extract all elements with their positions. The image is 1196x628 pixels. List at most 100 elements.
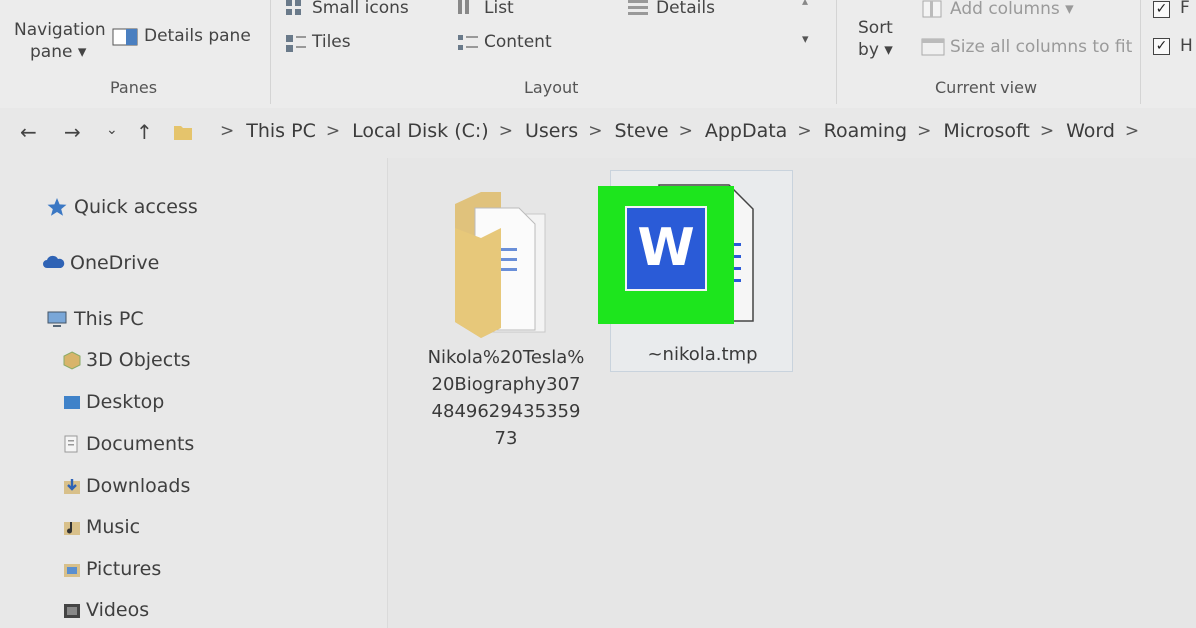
computer-icon [46,308,68,330]
file-item-nikola-tmp[interactable]: W ~nikola.tmp [598,170,793,372]
list-button[interactable]: List [484,0,514,18]
tiles-button[interactable]: Tiles [312,32,351,52]
breadcrumb-chevron-icon[interactable]: > [797,121,811,141]
sort-by-dropdown-label: by ▾ [858,40,893,60]
size-all-columns-button[interactable]: Size all columns to fit [950,37,1132,57]
navigation-pane-button[interactable]: Navigation pane ▾ [14,20,106,62]
sidebar-item-label: OneDrive [70,252,160,274]
add-columns-icon [920,0,944,24]
sidebar-item-videos[interactable]: Videos [62,599,149,621]
panes-group-label: Panes [110,78,158,97]
sort-by-button[interactable]: Sort by ▾ [858,18,893,60]
layout-more-icon[interactable]: ▾ [802,32,809,47]
sidebar-item-documents[interactable]: Documents [62,433,194,455]
ribbon-separator [836,0,837,104]
sidebar-item-label: Pictures [86,558,162,580]
file-name: ~nikola.tmp [647,344,758,365]
file-name-line: 73 [494,428,518,449]
word-icon: W [625,206,707,291]
sidebar-item-label: Downloads [86,475,191,497]
sidebar-item-label: Quick access [74,196,198,218]
folder-icon [172,120,194,146]
item-checkbox-1[interactable]: ✓ [1153,1,1170,18]
pictures-icon [62,558,82,580]
sidebar-item-label: Desktop [86,391,165,413]
content-icon [456,32,480,58]
breadcrumb-microsoft[interactable]: Microsoft [943,120,1029,142]
layout-group-label: Layout [524,78,579,97]
word-icon-letter: W [637,218,695,278]
sidebar-item-label: Documents [86,433,195,455]
small-icons-icon [284,0,308,22]
breadcrumb-local-disk[interactable]: Local Disk (C:) [352,120,489,142]
breadcrumb-users[interactable]: Users [525,120,578,142]
forward-arrow-icon[interactable]: → [64,120,81,144]
details-pane-button[interactable]: Details pane [144,26,251,46]
cloud-icon [42,252,65,274]
layout-scroll-up-icon[interactable]: ▴ [802,0,808,8]
breadcrumb-chevron-icon: > [220,121,235,141]
file-name-line: 4849629435359 [431,401,581,422]
ribbon-separator [1140,0,1141,104]
sidebar-item-downloads[interactable]: Downloads [62,475,190,497]
word-document-folder-icon [449,188,561,342]
size-columns-icon [920,36,946,62]
documents-folder-icon [62,433,82,455]
file-name: Nikola%20Tesla% 20Biography307 484962943… [419,344,593,452]
file-name-line: Nikola%20Tesla% [427,347,585,368]
details-button[interactable]: Details [656,0,715,18]
list-icon [456,0,478,22]
navigation-pane: Quick access OneDrive This PC 3D Objects… [0,158,388,628]
back-arrow-icon[interactable]: ← [20,120,37,144]
current-view-group-label: Current view [935,78,1038,97]
tiles-icon [284,32,308,58]
cube-icon [62,349,82,371]
breadcrumb-chevron-icon[interactable]: > [679,121,693,141]
breadcrumb-word[interactable]: Word [1066,120,1115,142]
sort-by-label: Sort [858,18,893,38]
download-arrow-icon [62,475,82,497]
breadcrumb-chevron-icon[interactable]: > [499,121,513,141]
sidebar-item-label: Videos [86,599,150,621]
ribbon-separator [270,0,271,104]
breadcrumb-this-pc[interactable]: This PC [246,120,316,142]
sidebar-item-quick-access[interactable]: Quick access [46,196,198,218]
file-list: Nikola%20Tesla% 20Biography307 484962943… [389,158,1196,628]
small-icons-button[interactable]: Small icons [312,0,409,18]
sidebar-item-music[interactable]: Music [62,516,140,538]
details-view-icon [626,0,650,22]
up-arrow-icon[interactable]: ↑ [136,120,153,144]
navigation-pane-dropdown-label: pane ▾ [30,42,87,62]
content-button[interactable]: Content [484,32,552,52]
ribbon: Navigation pane ▾ Details pane Panes Sma… [0,0,1196,108]
add-columns-button[interactable]: Add columns ▾ [950,0,1074,19]
sidebar-item-this-pc[interactable]: This PC [46,308,144,330]
sidebar-item-onedrive[interactable]: OneDrive [42,252,159,274]
breadcrumb-roaming[interactable]: Roaming [824,120,908,142]
music-note-icon [62,516,82,538]
navigation-pane-label: Navigation [14,20,106,40]
breadcrumb-chevron-icon[interactable]: > [917,121,931,141]
breadcrumb-chevron-icon[interactable]: > [1125,121,1139,141]
breadcrumb-chevron-icon[interactable]: > [1040,121,1054,141]
recent-locations-chevron-icon[interactable]: ⌄ [106,122,118,138]
breadcrumb: > This PC > Local Disk (C:) > Users > St… [210,120,1151,142]
address-bar: ← → ⌄ ↑ > This PC > Local Disk (C:) > Us… [0,108,1196,158]
breadcrumb-appdata[interactable]: AppData [705,120,788,142]
sidebar-item-3d-objects[interactable]: 3D Objects [62,349,191,371]
desktop-folder-icon [62,391,82,413]
breadcrumb-chevron-icon[interactable]: > [588,121,602,141]
film-icon [62,599,82,621]
sidebar-item-pictures[interactable]: Pictures [62,558,161,580]
checkbox-1-label: F [1180,0,1190,18]
sidebar-item-label: This PC [74,308,144,330]
breadcrumb-chevron-icon[interactable]: > [326,121,340,141]
sidebar-item-desktop[interactable]: Desktop [62,391,164,413]
file-name-line: 20Biography307 [431,374,581,395]
sidebar-item-label: Music [86,516,141,538]
item-checkbox-2[interactable]: ✓ [1153,38,1170,55]
details-pane-icon [112,27,138,51]
checkbox-2-label: H [1180,36,1193,56]
sidebar-item-label: 3D Objects [86,349,191,371]
breadcrumb-steve[interactable]: Steve [614,120,668,142]
